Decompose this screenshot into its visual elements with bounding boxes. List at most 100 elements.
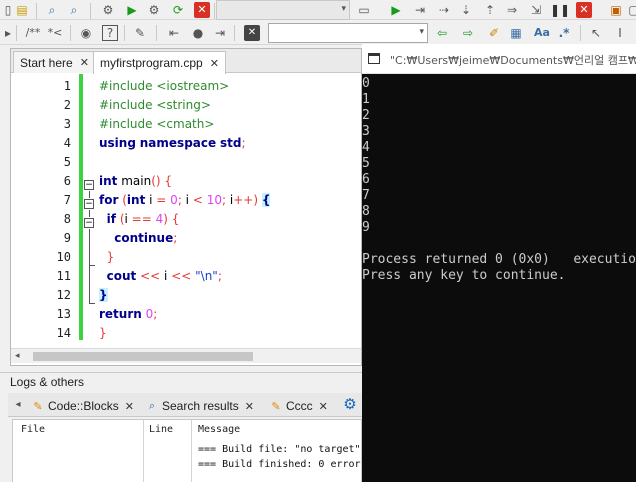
code-line: continue; bbox=[114, 231, 178, 245]
line-number: 2 bbox=[63, 98, 71, 112]
chevron-left-icon[interactable]: ◂ bbox=[10, 397, 26, 413]
console-titlebar[interactable]: "C:₩Users₩jeime₩Documents₩언리얼 캠프₩C bbox=[362, 44, 636, 74]
pause-icon[interactable]: ❚❚ bbox=[550, 2, 570, 18]
debug-start-icon[interactable]: ▶ bbox=[388, 2, 404, 18]
search-icon: ⌕ bbox=[148, 399, 156, 412]
find-next-icon[interactable]: ⇨ bbox=[460, 25, 476, 41]
line-number: 9 bbox=[63, 231, 71, 245]
info-icon[interactable]: ▢ bbox=[626, 2, 636, 18]
column-header-message: Message bbox=[198, 424, 241, 435]
tab-myfirstprogram[interactable]: myfirstprogram.cpp ✕ bbox=[93, 51, 226, 74]
tab-label: Start here bbox=[20, 55, 73, 70]
close-icon[interactable]: ✕ bbox=[245, 400, 254, 413]
console-line: Process returned 0 (0x0) executio bbox=[362, 252, 636, 267]
gear-icon[interactable]: ⚙ bbox=[100, 2, 116, 18]
code-line: int main() { bbox=[99, 174, 173, 188]
line-number: 11 bbox=[56, 269, 71, 283]
tab-cccc[interactable]: ✎ Cccc ✕ bbox=[270, 396, 328, 416]
clear-icon[interactable]: ✕ bbox=[244, 25, 260, 41]
column-divider bbox=[143, 420, 144, 482]
tab-start-here[interactable]: Start here ✕ bbox=[13, 51, 96, 73]
log-page-icon: ✎ bbox=[271, 400, 281, 413]
console-window[interactable]: "C:₩Users₩jeime₩Documents₩언리얼 캠프₩C 0 1 2… bbox=[362, 44, 636, 482]
step-into-icon[interactable]: ⇣ bbox=[458, 2, 474, 18]
tab-search-results[interactable]: ⌕ Search results ✕ bbox=[146, 396, 254, 416]
toggle-source-icon[interactable]: ◉ bbox=[78, 25, 94, 41]
console-line: 3 bbox=[362, 124, 370, 139]
next-instruction-icon[interactable]: ⇒ bbox=[504, 2, 520, 18]
console-title: "C:₩Users₩jeime₩Documents₩언리얼 캠프₩C bbox=[390, 54, 636, 67]
code-line: } bbox=[106, 250, 115, 264]
fold-line bbox=[89, 210, 90, 217]
stop-debug-icon[interactable]: ✕ bbox=[576, 2, 592, 18]
build-run-icon[interactable]: ⚙ bbox=[146, 2, 162, 18]
fold-collapse-icon[interactable]: − bbox=[84, 180, 94, 190]
close-icon[interactable]: ✕ bbox=[210, 57, 219, 70]
scroll-left-icon[interactable]: ◂ bbox=[15, 349, 20, 364]
log-page-icon: ✎ bbox=[33, 400, 43, 413]
close-icon[interactable]: ✕ bbox=[125, 400, 134, 413]
console-line: 8 bbox=[362, 204, 370, 219]
match-case-icon[interactable]: Aa bbox=[532, 25, 552, 41]
code-line: for (int i = 0; i < 10; i++) { bbox=[99, 193, 271, 207]
abort-icon[interactable]: ✕ bbox=[194, 2, 210, 18]
wrench-icon[interactable]: ✎ bbox=[132, 25, 148, 41]
tab-label: myfirstprogram.cpp bbox=[100, 56, 203, 70]
folder-icon[interactable]: ▤ bbox=[14, 2, 30, 18]
uncomment-icon[interactable]: *< bbox=[46, 25, 64, 41]
editor-tab-bar: Start here ✕ myfirstprogram.cpp ✕ bbox=[11, 49, 361, 74]
console-line: 9 bbox=[362, 220, 370, 235]
search-replace-icon[interactable]: ⌕ bbox=[66, 2, 82, 18]
regex-icon[interactable]: .* bbox=[556, 25, 572, 41]
fold-collapse-icon[interactable]: − bbox=[84, 199, 94, 209]
tab-label: Cccc bbox=[286, 399, 313, 413]
secondary-toolbar: ▸ /** *< ◉ ? ✎ ⇤ ● ⇥ ✕ ▾ ⇦ ⇨ ✐ ▦ Aa .* ↖… bbox=[0, 21, 636, 45]
line-number: 5 bbox=[63, 155, 71, 169]
step-out-icon[interactable]: ⇡ bbox=[482, 2, 498, 18]
select-icon[interactable]: ↖ bbox=[588, 25, 604, 41]
code-line: cout << i << "\n"; bbox=[106, 269, 222, 283]
line-number: 14 bbox=[56, 326, 71, 340]
tab-code-blocks[interactable]: ✎ Code::Blocks ✕ bbox=[32, 396, 134, 416]
log-message: === Build file: "no target" bbox=[198, 444, 361, 455]
close-icon[interactable]: ✕ bbox=[80, 56, 89, 69]
find-previous-icon[interactable]: ⇦ bbox=[434, 25, 450, 41]
build-log-table: File Line Message === Build file: "no ta… bbox=[12, 419, 362, 482]
build-target-select[interactable]: ▾ bbox=[216, 0, 350, 20]
jump-forward-icon[interactable]: ⇥ bbox=[212, 25, 228, 41]
horizontal-scrollbar[interactable]: ◂ bbox=[11, 348, 361, 363]
play-icon[interactable]: ▶ bbox=[124, 2, 140, 18]
code-area[interactable]: #include <iostream> #include <string> #i… bbox=[99, 74, 361, 350]
step-instruction-icon[interactable]: ⇲ bbox=[528, 2, 544, 18]
tab-label: Search results bbox=[162, 399, 239, 413]
console-line: Press any key to continue. bbox=[362, 268, 566, 283]
line-number: 12 bbox=[56, 288, 71, 302]
text-cursor-icon[interactable]: I bbox=[612, 25, 628, 41]
help-icon[interactable]: ? bbox=[102, 25, 118, 41]
scrollbar-thumb[interactable] bbox=[33, 352, 253, 361]
search-text-input[interactable]: ▾ bbox=[268, 23, 428, 43]
search-icon[interactable]: ⌕ bbox=[44, 2, 60, 18]
comment-icon[interactable]: /** bbox=[22, 25, 44, 41]
tab-label: Code::Blocks bbox=[48, 399, 119, 413]
line-number: 8 bbox=[63, 212, 71, 226]
console-line: 4 bbox=[362, 140, 370, 155]
close-icon[interactable]: ✕ bbox=[319, 400, 328, 413]
rebuild-icon[interactable]: ⟳ bbox=[170, 2, 186, 18]
code-line: return 0; bbox=[99, 307, 158, 321]
fold-collapse-icon[interactable]: − bbox=[84, 218, 94, 228]
debug-windows-icon[interactable]: ▣ bbox=[608, 2, 624, 18]
highlight-icon[interactable]: ✐ bbox=[486, 25, 502, 41]
line-number-gutter: 1 2 3 4 5 6 7 8 9 10 11 12 13 14 bbox=[11, 74, 81, 350]
arrow-right-icon[interactable]: ▸ bbox=[0, 25, 16, 41]
jump-back-icon[interactable]: ⇤ bbox=[166, 25, 182, 41]
open-log-icon[interactable]: ▭ bbox=[356, 2, 372, 18]
settings-gear-icon[interactable]: ⚙ bbox=[342, 396, 358, 412]
logs-panel: Logs & others ◂ ✎ Code::Blocks ✕ ⌕ Searc… bbox=[0, 372, 362, 482]
bookmark-icon[interactable]: ● bbox=[190, 25, 206, 41]
run-to-cursor-icon[interactable]: ⇥ bbox=[412, 2, 428, 18]
match-icon[interactable]: ▦ bbox=[508, 25, 524, 41]
next-line-icon[interactable]: ⇢ bbox=[436, 2, 452, 18]
code-line: using namespace std; bbox=[99, 136, 246, 150]
